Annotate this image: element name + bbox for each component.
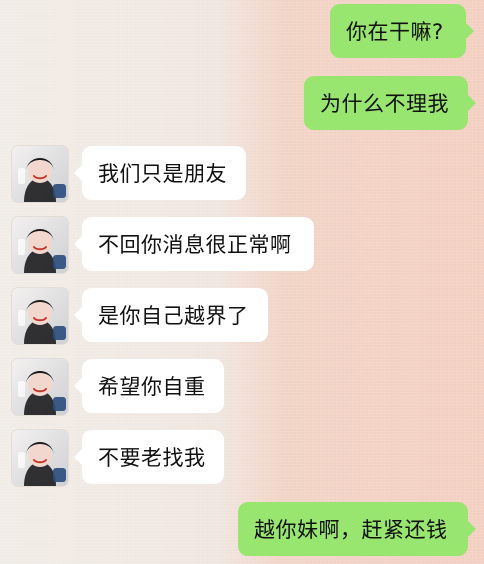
avatar-icon[interactable] [12,288,68,344]
avatar-icon[interactable] [12,217,68,273]
avatar-icon[interactable] [12,146,68,202]
avatar-image [12,359,68,415]
message-bubble-outgoing[interactable]: 越你妹啊，赶紧还钱 [238,502,468,556]
avatar-image [12,430,68,486]
avatar-image [12,288,68,344]
message-text: 希望你自重 [98,375,206,399]
message-bubble-outgoing[interactable]: 你在干嘛? [330,4,466,58]
message-text: 我们只是朋友 [98,162,227,186]
message-bubble-incoming[interactable]: 是你自己越界了 [82,288,268,342]
message-text: 不要老找我 [98,446,206,470]
message-bubble-incoming[interactable]: 不回你消息很正常啊 [82,217,314,271]
message-bubble-incoming[interactable]: 不要老找我 [82,430,224,484]
message-text: 越你妹啊，赶紧还钱 [254,518,448,542]
message-bubble-incoming[interactable]: 希望你自重 [82,359,224,413]
message-text: 你在干嘛? [346,20,444,44]
avatar-image [12,146,68,202]
avatar-icon[interactable] [12,359,68,415]
message-bubble-incoming[interactable]: 我们只是朋友 [82,146,246,200]
avatar-image [12,217,68,273]
avatar-icon[interactable] [12,430,68,486]
message-text: 不回你消息很正常啊 [98,233,292,257]
message-bubble-outgoing[interactable]: 为什么不理我 [304,76,468,130]
message-text: 为什么不理我 [320,92,449,116]
message-text: 是你自己越界了 [98,304,249,328]
